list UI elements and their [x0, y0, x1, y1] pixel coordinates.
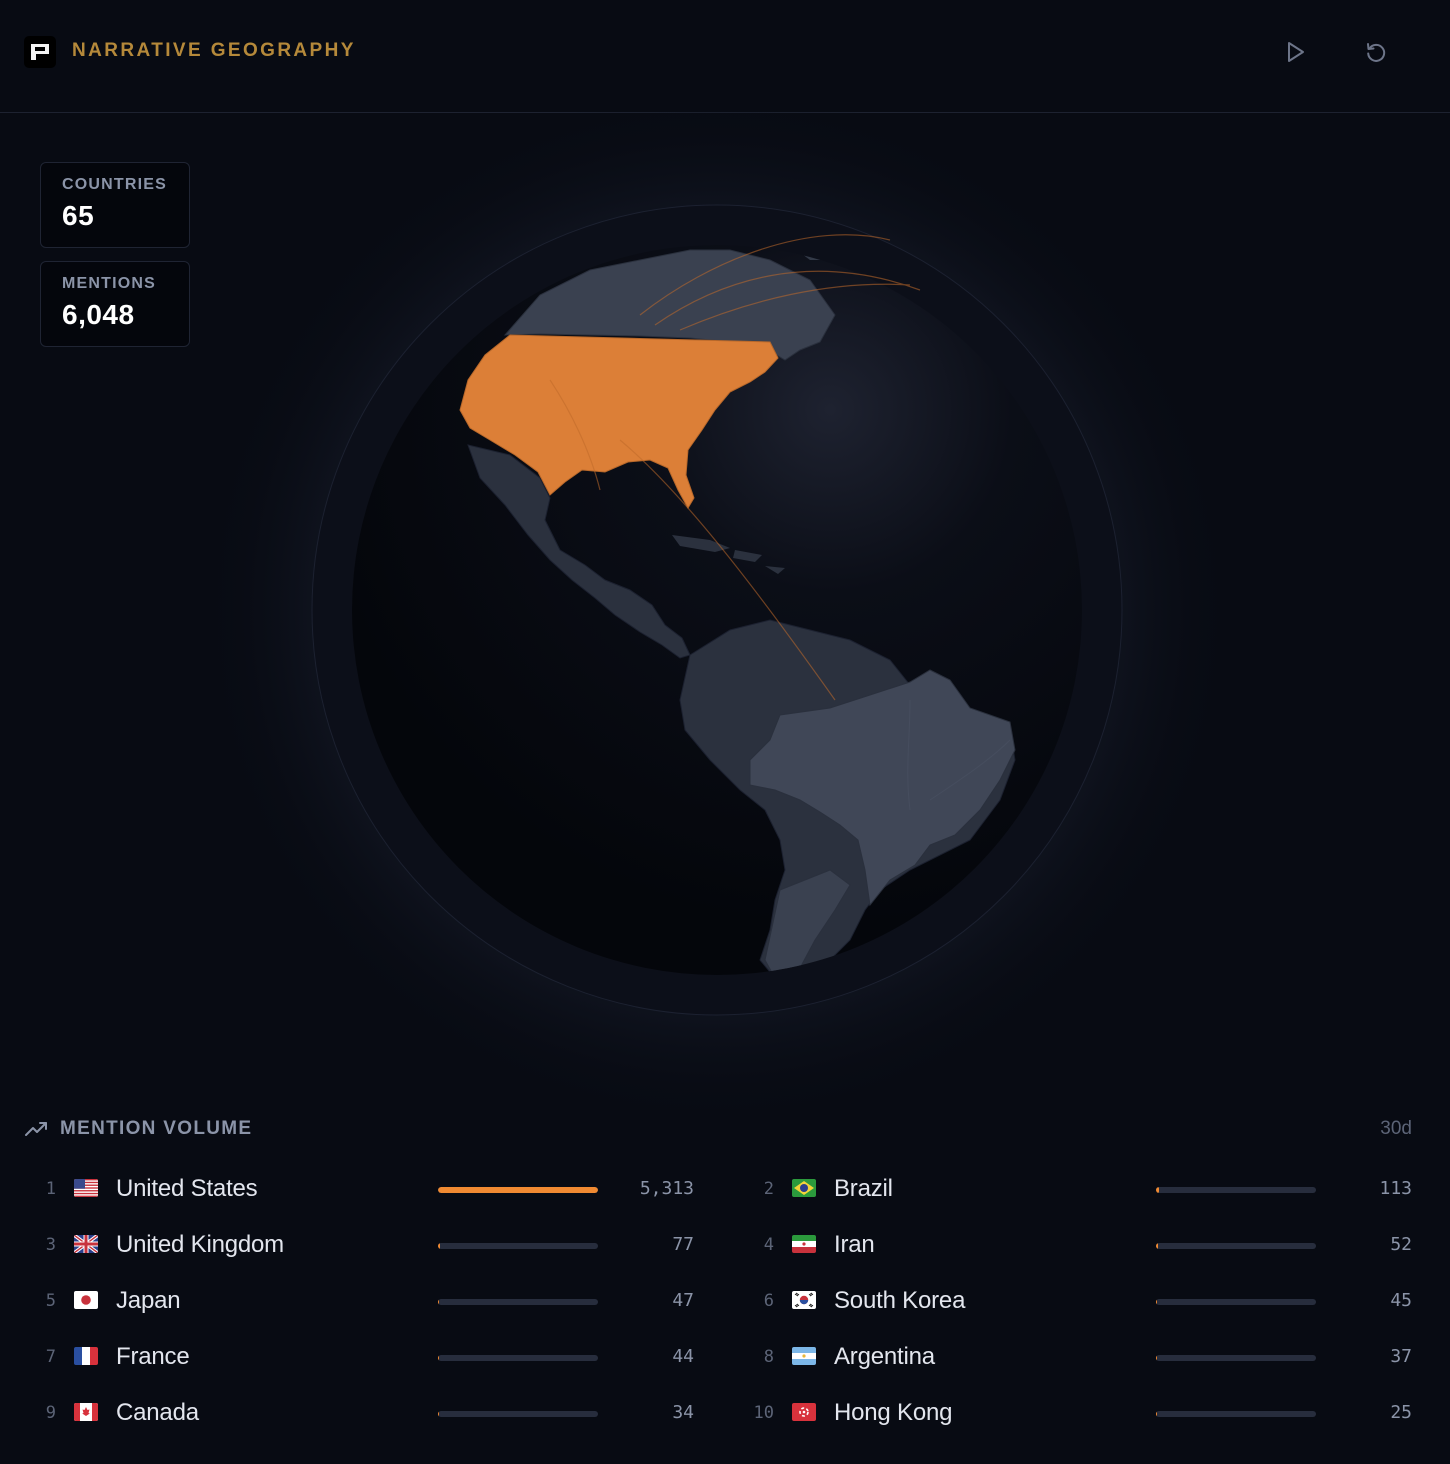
country-name: Brazil — [834, 1175, 893, 1202]
mention-count: 5,313 — [639, 1178, 694, 1199]
mention-count: 34 — [672, 1402, 694, 1423]
volume-bar-fill — [1156, 1243, 1158, 1249]
volume-bar-fill — [1156, 1355, 1158, 1361]
globe-visualization[interactable] — [197, 90, 1240, 1130]
app-title: NARRATIVE GEOGRAPHY — [72, 40, 356, 61]
mentions-value: 6,048 — [62, 299, 135, 330]
mention-count: 37 — [1390, 1346, 1412, 1367]
volume-bar-fill — [438, 1355, 440, 1361]
rank-number: 10 — [753, 1403, 774, 1423]
country-row[interactable]: 10 Hong Kong 25 — [742, 1387, 1442, 1443]
volume-bar-fill — [1156, 1411, 1157, 1417]
mention-count: 45 — [1390, 1290, 1412, 1311]
volume-bar-track — [438, 1187, 598, 1193]
volume-bar-track — [1156, 1355, 1316, 1361]
country-name: Iran — [834, 1231, 875, 1258]
country-row[interactable]: 7 France 44 — [24, 1331, 724, 1387]
country-name: Canada — [116, 1399, 199, 1426]
mentions-stat-card: MENTIONS 6,048 — [40, 261, 190, 347]
trending-up-icon — [25, 1122, 47, 1136]
rank-number: 4 — [763, 1235, 774, 1255]
mention-volume-header: MENTION VOLUME 30d — [24, 1114, 1416, 1144]
rank-number: 2 — [763, 1179, 774, 1199]
volume-bar-track — [438, 1299, 598, 1305]
country-row[interactable]: 8 Argentina 37 — [742, 1331, 1442, 1387]
ca-flag-icon — [74, 1403, 98, 1421]
volume-bar-track — [1156, 1243, 1316, 1249]
ir-flag-icon — [792, 1235, 816, 1253]
kr-flag-icon — [792, 1291, 816, 1309]
period-label[interactable]: 30d — [1380, 1118, 1412, 1140]
volume-bar-fill — [438, 1243, 441, 1249]
rank-number: 8 — [763, 1347, 774, 1367]
mention-volume-title: MENTION VOLUME — [60, 1118, 253, 1139]
volume-bar-track — [1156, 1187, 1316, 1193]
volume-bar-fill — [1156, 1187, 1160, 1193]
mention-count: 52 — [1390, 1234, 1412, 1255]
rank-number: 5 — [45, 1291, 56, 1311]
country-row[interactable]: 9 Canada 34 — [24, 1387, 724, 1443]
country-row[interactable]: 5 Japan 47 — [24, 1275, 724, 1331]
mention-count: 25 — [1390, 1402, 1412, 1423]
countries-label: COUNTRIES — [62, 176, 168, 193]
ar-flag-icon — [792, 1347, 816, 1365]
us-flag-icon — [74, 1179, 98, 1197]
reset-icon — [1367, 43, 1386, 62]
app-header: NARRATIVE GEOGRAPHY — [0, 0, 1450, 113]
volume-bar-fill — [1156, 1299, 1158, 1305]
volume-bar-track — [438, 1243, 598, 1249]
volume-bar-fill — [438, 1411, 440, 1417]
rank-number: 3 — [45, 1235, 56, 1255]
logo-icon — [24, 36, 56, 68]
mention-count: 113 — [1379, 1178, 1412, 1199]
country-name: United Kingdom — [116, 1231, 284, 1258]
volume-bar-fill — [438, 1187, 598, 1193]
country-name: Hong Kong — [834, 1399, 953, 1426]
play-button[interactable] — [1280, 36, 1312, 68]
mentions-label: MENTIONS — [62, 275, 157, 292]
country-row[interactable]: 4 Iran 52 — [742, 1219, 1442, 1275]
rank-number: 6 — [763, 1291, 774, 1311]
rank-number: 9 — [45, 1403, 56, 1423]
country-name: Japan — [116, 1287, 181, 1314]
rank-number: 7 — [45, 1347, 56, 1367]
volume-bar-track — [438, 1355, 598, 1361]
mention-count: 77 — [672, 1234, 694, 1255]
play-icon — [1288, 42, 1304, 62]
rank-number: 1 — [45, 1179, 56, 1199]
fr-flag-icon — [74, 1347, 98, 1365]
hk-flag-icon — [792, 1403, 816, 1421]
country-name: Argentina — [834, 1343, 935, 1370]
country-name: South Korea — [834, 1287, 966, 1314]
country-row[interactable]: 2 Brazil 113 — [742, 1163, 1442, 1219]
country-name: France — [116, 1343, 190, 1370]
volume-bar-track — [1156, 1411, 1316, 1417]
mention-count: 47 — [672, 1290, 694, 1311]
country-row[interactable]: 1 United States 5,313 — [24, 1163, 724, 1219]
reset-button[interactable] — [1360, 36, 1392, 68]
countries-value: 65 — [62, 200, 95, 231]
jp-flag-icon — [74, 1291, 98, 1309]
volume-bar-fill — [438, 1299, 440, 1305]
countries-stat-card: COUNTRIES 65 — [40, 162, 190, 248]
volume-bar-track — [1156, 1299, 1316, 1305]
br-flag-icon — [792, 1179, 816, 1197]
country-row[interactable]: 3 United Kingdom 77 — [24, 1219, 724, 1275]
country-name: United States — [116, 1175, 258, 1202]
country-row[interactable]: 6 South Korea 45 — [742, 1275, 1442, 1331]
volume-bar-track — [438, 1411, 598, 1417]
mention-count: 44 — [672, 1346, 694, 1367]
gb-flag-icon — [74, 1235, 98, 1253]
